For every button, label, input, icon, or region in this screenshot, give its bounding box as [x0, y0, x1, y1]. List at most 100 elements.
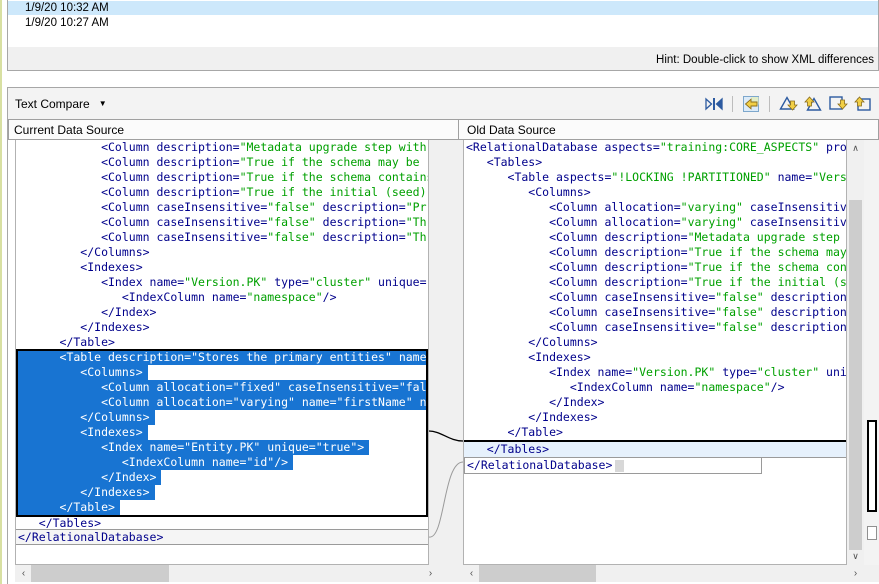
code-line[interactable]: <Indexes>: [18, 260, 428, 275]
compare-window: 1/9/20 10:32 AM1/9/20 10:27 AM Hint: Dou…: [0, 0, 879, 584]
code-line[interactable]: </Indexes>: [18, 320, 428, 335]
compare-mode-dropdown[interactable]: Text Compare ▼: [15, 97, 107, 111]
code-line[interactable]: <IndexColumn name="id"/>: [18, 455, 428, 470]
code-line[interactable]: <Column description="True if the schema …: [18, 155, 428, 170]
code-line[interactable]: <Column allocation="varying" caseInsensi…: [466, 200, 846, 215]
compare-mode-label: Text Compare: [15, 97, 90, 111]
code-line[interactable]: </Indexes>: [466, 410, 846, 425]
code-line[interactable]: <Indexes>: [18, 425, 428, 440]
code-line[interactable]: </Columns>: [18, 410, 428, 425]
right-pane-title: Old Data Source: [467, 123, 556, 137]
code-line[interactable]: <Index name="Version.PK" type="cluster" …: [18, 275, 428, 290]
code-line[interactable]: <Column caseInsensitive="false" descript…: [18, 200, 428, 215]
code-line[interactable]: <Indexes>: [466, 350, 846, 365]
code-line[interactable]: </Columns>: [466, 335, 846, 350]
code-line[interactable]: </Indexes>: [18, 485, 428, 500]
previous-difference-icon[interactable]: [802, 95, 824, 113]
code-line[interactable]: </RelationalDatabase>: [16, 530, 428, 545]
code-line[interactable]: <Column description="Metadata upgrade st…: [18, 140, 428, 155]
code-line[interactable]: <Table aspects="!LOCKING !PARTITIONED" n…: [466, 170, 846, 185]
scroll-left-icon[interactable]: ‹: [463, 565, 480, 582]
code-line[interactable]: </Tables>: [464, 440, 846, 458]
code-line[interactable]: <Column description="True if the schema …: [18, 170, 428, 185]
code-line[interactable]: <Column description="True if the schema …: [466, 245, 846, 260]
left-pane-title: Current Data Source: [14, 123, 124, 137]
right-code: <RelationalDatabase aspects="training:CO…: [464, 140, 846, 474]
diff-connector-gutter: [429, 140, 463, 565]
code-line[interactable]: <Column allocation="fixed" caseInsensiti…: [18, 380, 428, 395]
scroll-down-icon[interactable]: ∨: [847, 548, 864, 565]
code-line[interactable]: <Index name="Version.PK" type="cluster" …: [466, 365, 846, 380]
scroll-right-icon[interactable]: ›: [847, 565, 864, 582]
history-row[interactable]: 1/9/20 10:27 AM: [8, 16, 878, 30]
toolbar-separator: [732, 96, 733, 112]
scrollbar-corner: [864, 565, 879, 582]
code-line[interactable]: <Columns>: [18, 365, 428, 380]
history-rows: 1/9/20 10:32 AM1/9/20 10:27 AM: [8, 1, 878, 30]
code-line[interactable]: <IndexColumn name="namespace"/>: [466, 380, 846, 395]
code-line[interactable]: </Tables>: [16, 515, 428, 530]
code-line[interactable]: <Table description="Stores the primary e…: [18, 350, 428, 365]
left-horizontal-scroll-thumb[interactable]: [31, 565, 169, 582]
scrollbar-gap: [439, 565, 463, 582]
diff-connectors: [429, 140, 463, 566]
code-line[interactable]: <IndexColumn name="namespace"/>: [18, 290, 428, 305]
code-line[interactable]: <Column description="Metadata upgrade st…: [466, 230, 846, 245]
code-line[interactable]: </Columns>: [18, 245, 428, 260]
diff-overview-ruler[interactable]: [864, 140, 879, 565]
code-line[interactable]: <RelationalDatabase aspects="training:CO…: [466, 140, 846, 155]
code-line[interactable]: <Column description="True if the initial…: [18, 185, 428, 200]
code-line[interactable]: <Column allocation="varying" name="first…: [18, 395, 428, 410]
chevron-down-icon: ▼: [99, 100, 107, 108]
right-editor[interactable]: <RelationalDatabase aspects="training:CO…: [463, 140, 847, 565]
compare-toolbar: Text Compare ▼: [8, 88, 879, 119]
code-line[interactable]: </Table>: [466, 425, 846, 440]
scroll-up-icon[interactable]: ∧: [847, 140, 864, 157]
code-line[interactable]: <Column description="True if the schema …: [466, 260, 846, 275]
scroll-left-icon[interactable]: ‹: [15, 565, 32, 582]
left-editor[interactable]: <Column description="Metadata upgrade st…: [15, 140, 429, 565]
history-panel: 1/9/20 10:32 AM1/9/20 10:27 AM Hint: Dou…: [7, 0, 879, 71]
next-difference-icon[interactable]: [777, 95, 799, 113]
left-horizontal-scrollbar[interactable]: ‹ ›: [15, 565, 439, 582]
toolbar-separator: [769, 96, 770, 112]
code-line[interactable]: <Column caseInsensitive="false" descript…: [466, 320, 846, 335]
next-change-icon[interactable]: [827, 95, 849, 113]
code-line[interactable]: <Columns>: [466, 185, 846, 200]
previous-change-icon[interactable]: [852, 95, 874, 113]
code-line[interactable]: <Column caseInsensitive="false" descript…: [466, 290, 846, 305]
right-vertical-scrollbar[interactable]: ∧ ∨: [847, 140, 864, 565]
scroll-right-icon[interactable]: ›: [422, 565, 439, 582]
right-horizontal-scroll-thumb[interactable]: [479, 565, 596, 582]
history-row[interactable]: 1/9/20 10:32 AM: [8, 1, 878, 15]
selection-end-marker: [615, 460, 624, 472]
compare-content: <Column description="Metadata upgrade st…: [8, 140, 879, 565]
overview-diff-marker[interactable]: [867, 526, 877, 540]
hint-bar: Hint: Double-click to show XML differenc…: [8, 47, 878, 70]
window-accent-strip: [0, 0, 2, 584]
swap-left-right-icon[interactable]: [703, 95, 725, 113]
pane-headers: Current Data Source Old Data Source: [8, 119, 879, 140]
code-line[interactable]: </Index>: [466, 395, 846, 410]
code-line[interactable]: <Index name="Entity.PK" unique="true">: [18, 440, 428, 455]
code-line[interactable]: <Tables>: [466, 155, 846, 170]
code-line[interactable]: </RelationalDatabase>: [464, 458, 762, 474]
code-line[interactable]: <Column caseInsensitive="false" descript…: [18, 230, 428, 245]
toolbar-buttons: [703, 95, 874, 113]
right-horizontal-scrollbar[interactable]: ‹ ›: [463, 565, 864, 582]
code-line[interactable]: </Index>: [18, 470, 428, 485]
code-line[interactable]: </Table>: [18, 500, 428, 515]
horizontal-scrollbar-row: ‹ › ‹ ›: [8, 565, 879, 584]
code-line[interactable]: <Column caseInsensitive="false" descript…: [18, 215, 428, 230]
overview-selected-diff-marker[interactable]: [867, 420, 877, 512]
left-pane-header: Current Data Source: [8, 119, 459, 140]
vertical-scroll-thumb[interactable]: [849, 200, 862, 550]
code-line[interactable]: </Index>: [18, 305, 428, 320]
hint-text: Hint: Double-click to show XML differenc…: [656, 54, 874, 66]
code-line[interactable]: <Column description="True if the initial…: [466, 275, 846, 290]
code-line[interactable]: </Table>: [18, 335, 428, 350]
code-line[interactable]: <Column allocation="varying" caseInsensi…: [466, 215, 846, 230]
copy-right-to-left-icon[interactable]: [740, 95, 762, 113]
compare-editor: Text Compare ▼: [7, 87, 879, 584]
code-line[interactable]: <Column caseInsensitive="false" descript…: [466, 305, 846, 320]
